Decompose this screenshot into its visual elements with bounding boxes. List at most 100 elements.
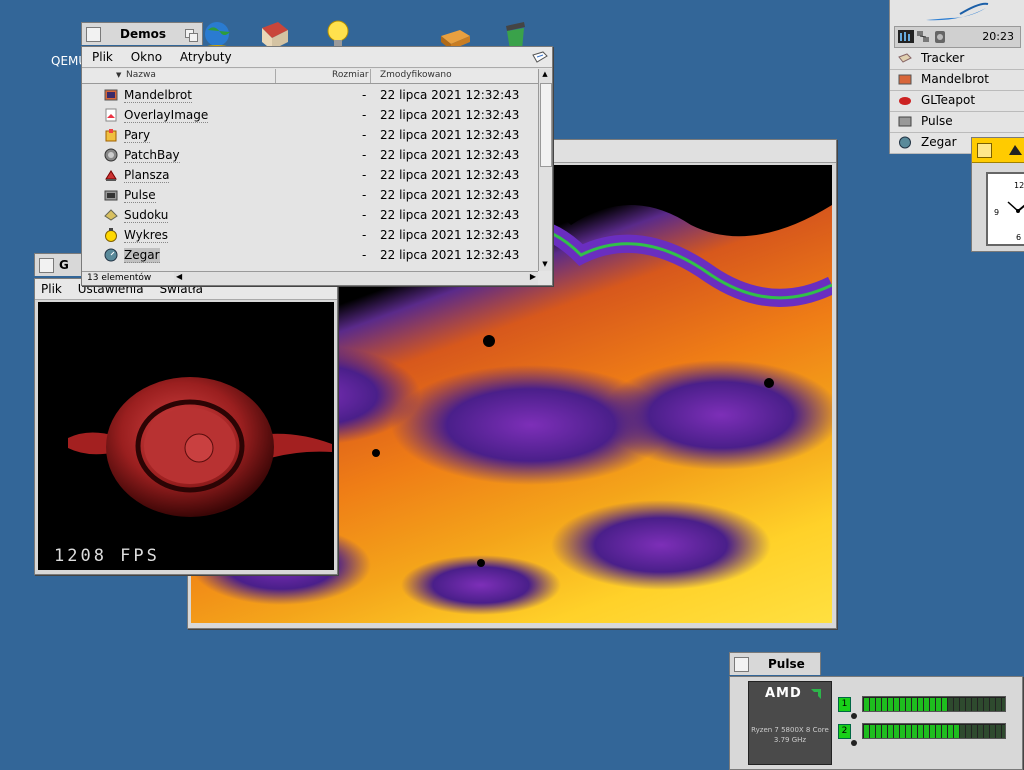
- file-row-patchbay[interactable]: PatchBay -22 lipca 2021 12:32:43: [82, 145, 538, 165]
- zegar-window[interactable]: 12 9 6: [971, 137, 1024, 252]
- cpu-frequency: 3.79 GHz: [773, 736, 807, 744]
- file-size: -: [362, 148, 367, 162]
- glteapot-window-tab[interactable]: G: [34, 253, 84, 276]
- feather-logo-icon: [926, 2, 989, 21]
- column-nazwa[interactable]: Nazwa: [126, 70, 156, 80]
- file-name[interactable]: Sudoku: [124, 208, 169, 223]
- glteapot-menu-plik[interactable]: Plik: [35, 279, 68, 299]
- svg-text:12: 12: [1014, 181, 1024, 190]
- scroll-up-arrow[interactable]: ▲: [540, 70, 550, 80]
- deskbar-tray: 20:23: [894, 26, 1021, 48]
- sudoku-icon: [104, 208, 118, 222]
- demos-window-tab[interactable]: Demos: [81, 22, 203, 45]
- deskbar-app-label: Tracker: [921, 51, 965, 65]
- file-row-sudoku[interactable]: Sudoku -22 lipca 2021 12:32:43: [82, 205, 538, 225]
- cpu-meter-icon[interactable]: [898, 30, 914, 43]
- pulse-app-icon: [898, 115, 912, 128]
- file-modified: 22 lipca 2021 12:32:43: [380, 188, 520, 202]
- clock-hands-icon: 12 9 6: [994, 181, 1024, 242]
- mandelbrot-icon: [104, 88, 118, 102]
- file-size: -: [362, 108, 367, 122]
- sort-indicator-icon[interactable]: ▼: [116, 71, 121, 79]
- deskbar: 20:23 Tracker Mandelbrot GLTeapot Pulse Zega…: [889, 0, 1024, 154]
- demos-menu-okno[interactable]: Okno: [125, 47, 168, 67]
- file-row-plansza[interactable]: Plansza -22 lipca 2021 12:32:43: [82, 165, 538, 185]
- file-name[interactable]: Plansza: [124, 168, 170, 183]
- core-load-bar: [862, 696, 1006, 712]
- file-row-wykres[interactable]: Wykres -22 lipca 2021 12:32:43: [82, 225, 538, 245]
- deskbar-app-label: Mandelbrot: [921, 72, 989, 86]
- file-modified: 22 lipca 2021 12:32:43: [380, 148, 520, 162]
- zegar-title-bar[interactable]: [972, 138, 1024, 163]
- tracker-menu-icon[interactable]: [532, 50, 548, 64]
- file-name[interactable]: Pulse: [124, 188, 156, 203]
- demos-vertical-scrollbar[interactable]: ▲ ▼: [538, 69, 552, 271]
- file-row-pary[interactable]: Pary -22 lipca 2021 12:32:43: [82, 125, 538, 145]
- file-modified: 22 lipca 2021 12:32:43: [380, 108, 520, 122]
- file-size: -: [362, 188, 367, 202]
- scroll-thumb[interactable]: [540, 83, 552, 167]
- scroll-right-arrow[interactable]: ▶: [530, 272, 536, 281]
- file-row-mandelbrot[interactable]: Mandelbrot -22 lipca 2021 12:32:43: [82, 85, 538, 105]
- file-name[interactable]: Pary: [124, 128, 151, 143]
- svg-text:9: 9: [994, 208, 999, 217]
- file-name[interactable]: PatchBay: [124, 148, 180, 163]
- demos-window[interactable]: Plik Okno Atrybuty ▼ Nazwa Rozmiar Zmody…: [81, 46, 553, 286]
- zegar-icon: [104, 248, 118, 262]
- glteapot-window[interactable]: Plik Ustawienia Światła 1208 FPS: [34, 278, 338, 575]
- file-row-pulse[interactable]: Pulse -22 lipca 2021 12:32:43: [82, 185, 538, 205]
- pary-icon: [104, 128, 118, 142]
- glteapot-canvas[interactable]: 1208 FPS: [38, 302, 334, 570]
- deskbar-clock[interactable]: 20:23: [982, 30, 1014, 43]
- file-row-overlayimage[interactable]: OverlayImage -22 lipca 2021 12:32:43: [82, 105, 538, 125]
- file-size: -: [362, 228, 367, 242]
- pulse-window[interactable]: AMD Ryzen 7 5800X 8 Core 3.79 GHz 1 2: [729, 676, 1023, 770]
- clock-face: 12 9 6: [986, 172, 1024, 246]
- file-size: -: [362, 128, 367, 142]
- mandelbrot-app-icon: [898, 73, 912, 86]
- deskbar-app-label: GLTeapot: [921, 93, 976, 107]
- glteapot-close-box[interactable]: [39, 258, 54, 273]
- zegar-app-icon: [898, 136, 912, 149]
- file-name[interactable]: Zegar: [124, 248, 160, 263]
- core-plug-icon: [850, 736, 858, 746]
- deskbar-app-pulse[interactable]: Pulse: [890, 111, 1024, 133]
- core-load-bar: [862, 723, 1006, 739]
- demos-menubar: Plik Okno Atrybuty: [82, 47, 552, 68]
- cpu-core-2: 2: [836, 722, 1016, 746]
- demos-zoom-icon[interactable]: [185, 27, 198, 42]
- file-modified: 22 lipca 2021 12:32:43: [380, 228, 520, 242]
- demos-horizontal-scrollbar[interactable]: ◀ ▶: [174, 271, 538, 285]
- scroll-left-arrow[interactable]: ◀: [176, 272, 182, 281]
- pulse-window-tab[interactable]: Pulse: [729, 652, 821, 675]
- deskbar-app-label: Pulse: [921, 114, 953, 128]
- pulse-close-box[interactable]: [734, 657, 749, 672]
- cpu-name: Ryzen 7 5800X 8 Core: [751, 726, 829, 734]
- deskbar-logo[interactable]: [890, 0, 1024, 25]
- file-name[interactable]: Mandelbrot: [124, 88, 192, 103]
- amd-logo: AMD: [765, 686, 802, 701]
- demos-close-box[interactable]: [86, 27, 101, 42]
- file-row-zegar[interactable]: Zegar -22 lipca 2021 12:32:43: [82, 245, 538, 265]
- speaker-icon[interactable]: [933, 30, 947, 44]
- scroll-down-arrow[interactable]: ▼: [540, 260, 550, 270]
- file-modified: 22 lipca 2021 12:32:43: [380, 168, 520, 182]
- file-modified: 22 lipca 2021 12:32:43: [380, 208, 520, 222]
- demos-menu-plik[interactable]: Plik: [86, 47, 119, 67]
- deskbar-app-tracker[interactable]: Tracker: [890, 48, 1024, 70]
- overlay-icon: [104, 108, 118, 122]
- column-rozmiar[interactable]: Rozmiar: [332, 70, 369, 80]
- demos-menu-atrybuty[interactable]: Atrybuty: [174, 47, 238, 67]
- teapot-render: [68, 377, 332, 517]
- network-icon[interactable]: [916, 30, 930, 44]
- fps-counter: 1208 FPS: [54, 546, 160, 566]
- cpu-core-1: 1: [836, 695, 1016, 719]
- deskbar-app-glteapot[interactable]: GLTeapot: [890, 90, 1024, 112]
- deskbar-app-mandelbrot[interactable]: Mandelbrot: [890, 69, 1024, 91]
- zegar-close-box[interactable]: [977, 143, 992, 158]
- file-name[interactable]: OverlayImage: [124, 108, 209, 123]
- file-name[interactable]: Wykres: [124, 228, 169, 243]
- wykres-icon: [104, 228, 118, 242]
- zegar-zoom-icon[interactable]: [1008, 143, 1023, 157]
- column-zmodyfikowano[interactable]: Zmodyfikowano: [380, 70, 452, 80]
